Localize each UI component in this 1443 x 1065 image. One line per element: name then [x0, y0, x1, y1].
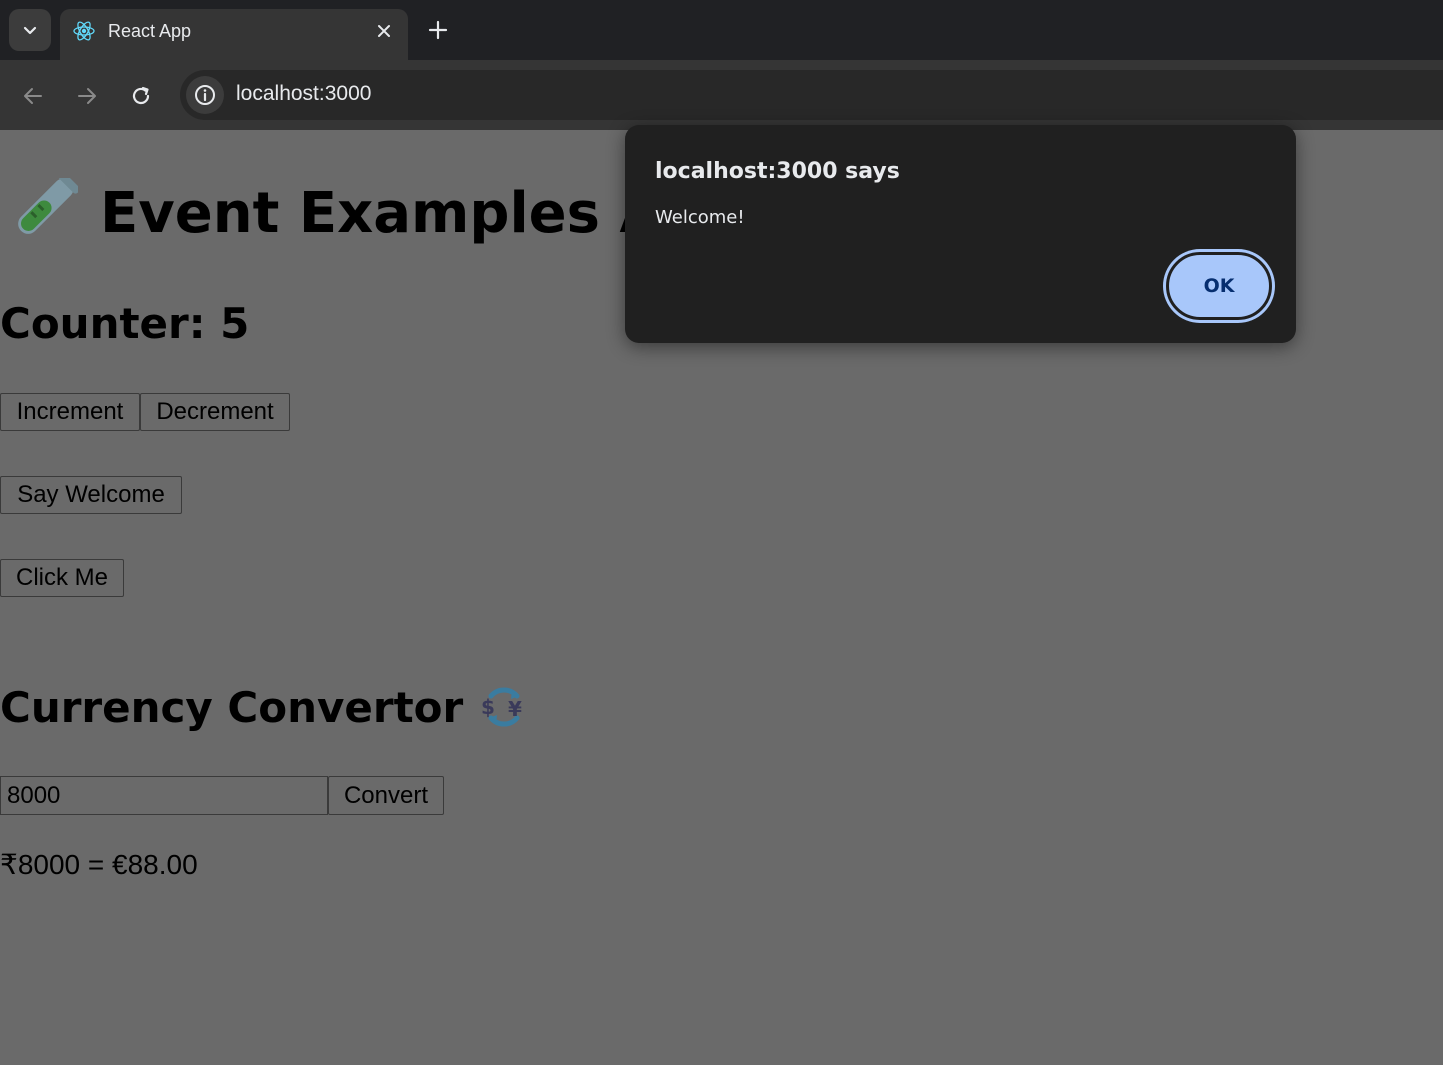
tab-search-button[interactable] — [9, 9, 51, 51]
dialog-message: Welcome! — [655, 207, 745, 228]
arrow-right-icon — [78, 88, 96, 104]
reload-button[interactable] — [127, 82, 155, 110]
browser-tab[interactable]: React App — [60, 9, 408, 60]
currency-heading-text: Currency Convertor — [0, 683, 464, 732]
currency-exchange-icon: $ ¥ — [481, 687, 522, 727]
conversion-result: ₹8000 = €88.00 — [0, 849, 198, 880]
test-tube-icon — [18, 178, 78, 234]
svg-text:$: $ — [481, 695, 495, 719]
chevron-down-icon — [23, 26, 37, 35]
close-icon — [378, 25, 390, 37]
say-welcome-button[interactable]: Say Welcome — [0, 476, 182, 514]
counter-heading: Counter: 5 — [0, 299, 250, 348]
increment-button[interactable]: Increment — [0, 393, 140, 431]
convert-button[interactable]: Convert — [328, 776, 444, 815]
forward-button[interactable] — [73, 82, 101, 110]
info-icon — [195, 85, 215, 105]
back-button[interactable] — [19, 82, 47, 110]
tab-title: React App — [108, 21, 192, 41]
arrow-left-icon — [24, 88, 42, 104]
new-tab-button[interactable] — [424, 16, 452, 44]
currency-heading: Currency Convertor $ ¥ — [0, 680, 529, 736]
plus-icon — [428, 20, 448, 40]
reload-icon — [132, 86, 150, 105]
browser-toolbar: localhost:3000 — [0, 60, 1443, 130]
site-info-button[interactable] — [186, 76, 224, 114]
tab-strip: React App — [0, 0, 1443, 60]
react-logo-icon — [73, 21, 95, 41]
ok-button[interactable]: OK — [1166, 252, 1272, 320]
decrement-button[interactable]: Decrement — [140, 393, 290, 431]
svg-text:¥: ¥ — [508, 697, 522, 721]
url-text[interactable]: localhost:3000 — [236, 82, 371, 106]
tab-close-button[interactable] — [374, 21, 394, 41]
address-bar[interactable]: localhost:3000 — [180, 70, 1443, 120]
dialog-title: localhost:3000 says — [655, 159, 900, 184]
click-me-button[interactable]: Click Me — [0, 559, 124, 597]
amount-input[interactable] — [0, 776, 328, 815]
